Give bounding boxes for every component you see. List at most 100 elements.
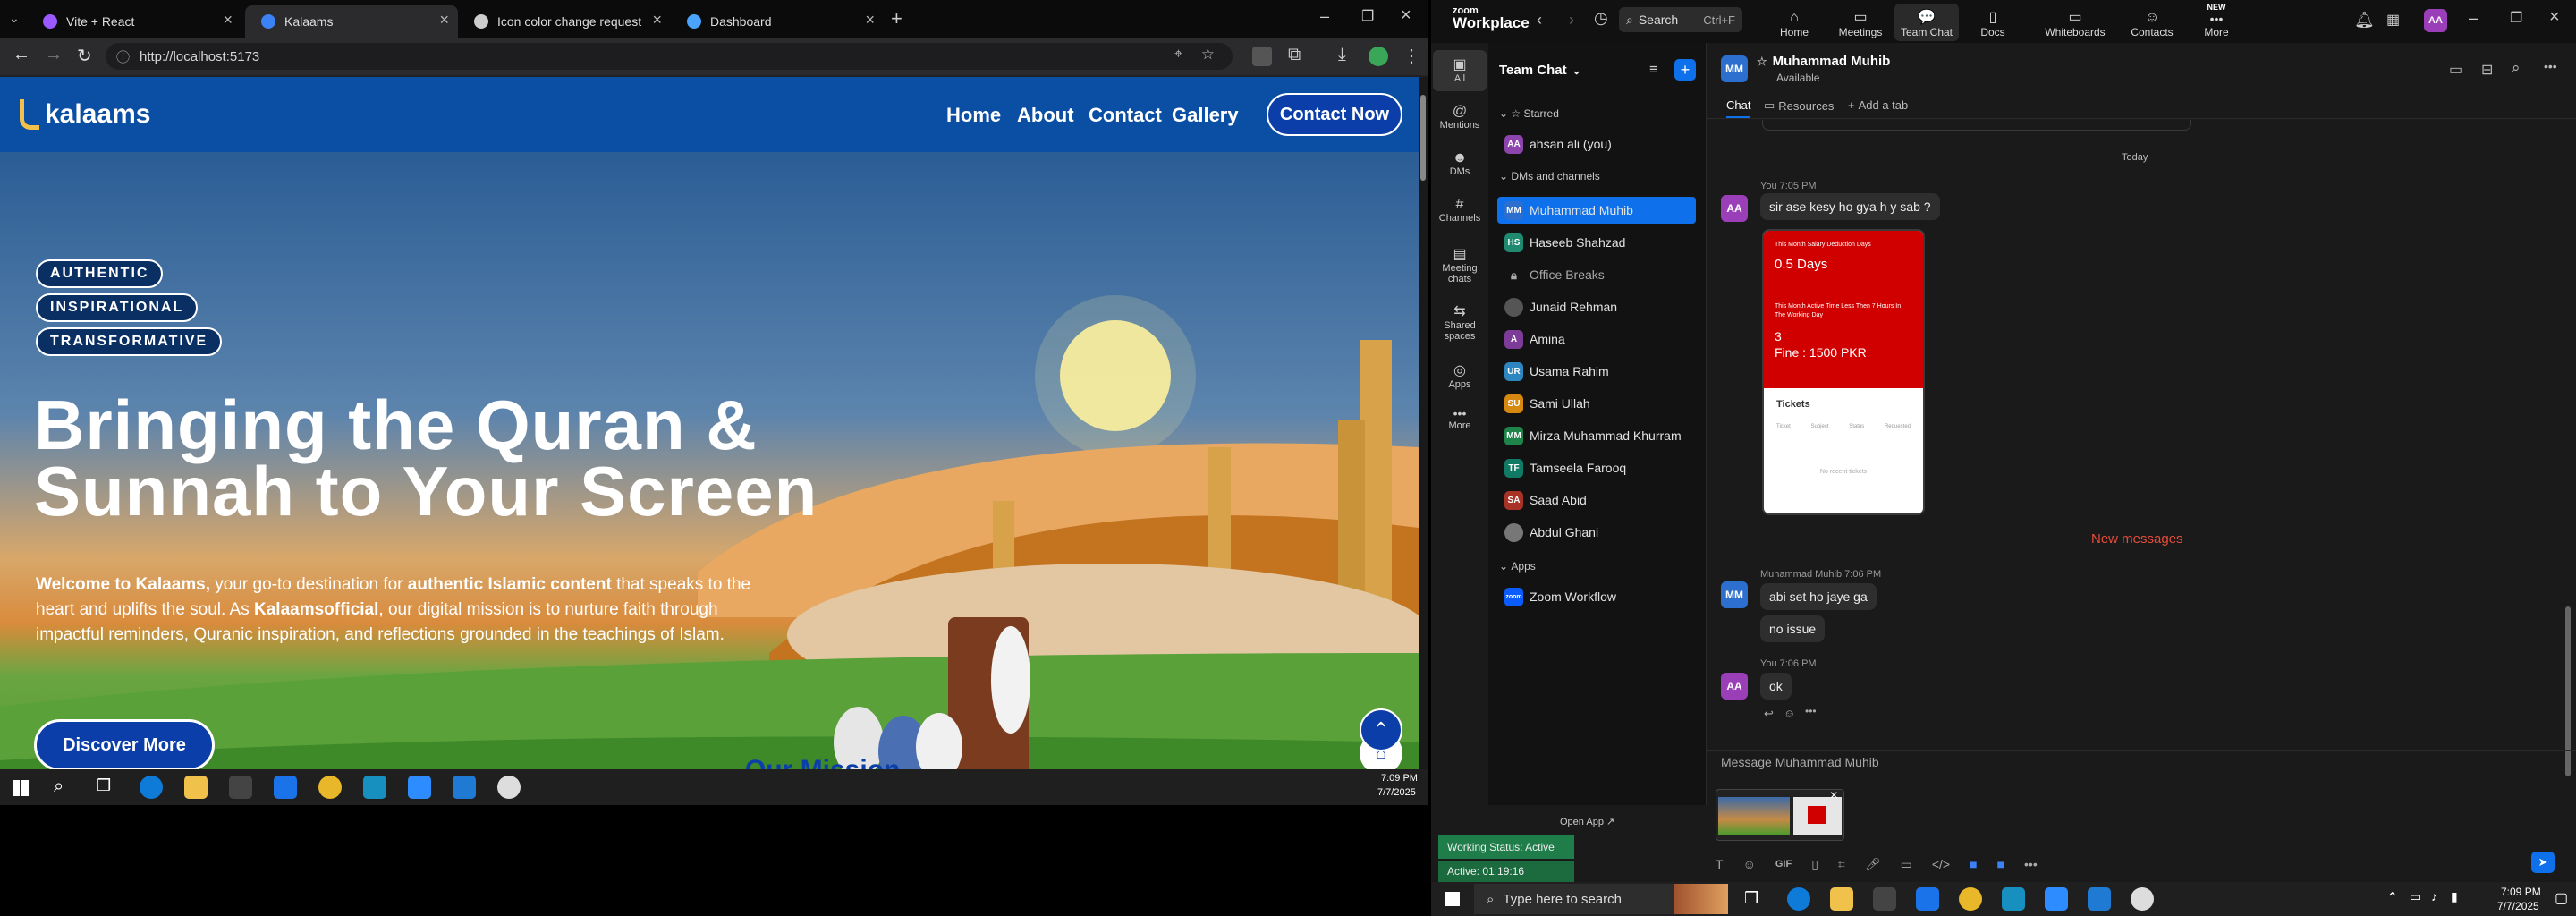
remove-attachment-icon[interactable]: × [1830,790,1838,804]
section-starred[interactable]: ⌄ ☆ Starred [1499,107,1559,120]
tab-search-chevron-icon[interactable]: ⌄ [9,11,20,26]
open-app-link[interactable]: Open App ↗ [1560,816,1614,827]
rail-apps[interactable]: ◎ Apps [1433,356,1487,397]
working-status-badge[interactable]: Working Status: Active [1438,835,1574,859]
section-apps[interactable]: ⌄ Apps [1499,560,1536,572]
site-logo[interactable]: kalaams [20,97,150,132]
page-scrollbar[interactable] [1419,77,1428,769]
minimize-icon[interactable]: – [1320,7,1329,26]
chat-item-haseeb[interactable]: HS Haseeb Shahzad [1497,229,1696,256]
rail-shared-spaces[interactable]: ⇆ Shared spaces [1433,297,1487,351]
chrome-icon[interactable] [318,776,342,799]
contact-now-button[interactable]: Contact Now [1267,93,1402,136]
topnav-contacts[interactable]: ☺ Contacts [2120,4,2184,41]
clock-time[interactable]: 7:09 PM [2501,886,2541,898]
notifications-bell-icon[interactable]: 🔔︎ [2354,11,2375,30]
file-icon[interactable]: ▯ [1811,857,1818,872]
app-a-icon[interactable]: ■ [1970,857,1977,871]
forward-icon[interactable]: → [45,45,63,65]
file-explorer-icon[interactable] [1830,887,1853,911]
new-tab-icon[interactable]: + [891,7,902,30]
task-view-icon[interactable]: ❒ [97,776,111,795]
rail-mentions[interactable]: @ Mentions [1433,98,1487,140]
nav-about-link[interactable]: About [1017,104,1074,127]
emoji-react-icon[interactable]: ☺ [1784,707,1795,720]
topnav-team-chat[interactable]: 💬 Team Chat [1894,4,1959,41]
nav-home-link[interactable]: Home [946,104,1001,127]
message-bubble[interactable]: sir ase kesy ho gya h y sab ? [1760,193,1940,220]
chat-item-office-breaks[interactable]: 🔒︎ Office Breaks [1497,261,1696,288]
star-icon[interactable]: ☆ [1757,55,1767,69]
browser-menu-icon[interactable]: ⋮ [1402,45,1420,67]
message-bubble[interactable]: no issue [1760,615,1826,642]
browser-tab-icon-color[interactable]: Icon color change request × [458,5,671,38]
section-dms[interactable]: ⌄ DMs and channels [1499,170,1600,182]
video-message-icon[interactable]: ▭ [1901,857,1912,872]
chat-item-ahsan[interactable]: AA ahsan ali (you) [1497,131,1696,157]
zoom-search[interactable]: ⌕ Search Ctrl+F [1619,7,1742,32]
taskbar-search-icon[interactable]: ⌕ [54,776,64,797]
history-icon[interactable]: ◷ [1594,9,1608,28]
vscode-icon[interactable] [2088,887,2111,911]
scroll-top-button[interactable]: ⌃ [1360,708,1402,751]
forward-icon[interactable]: › [1569,11,1574,30]
message-more-icon[interactable]: ••• [1805,705,1817,717]
chat-item-muhammad-muhib[interactable]: MM Muhammad Muhib [1497,197,1696,224]
chat-item-mirza[interactable]: MM Mirza Muhammad Khurram [1497,422,1696,449]
chat-item-tamseela[interactable]: TF Tamseela Farooq [1497,454,1696,481]
back-icon[interactable]: ← [13,45,30,65]
close-tab-icon[interactable]: × [652,11,662,30]
close-tab-icon[interactable]: × [865,11,875,30]
edge-icon[interactable] [1787,887,1810,911]
chat-item-zoom-workflow[interactable]: zoom Zoom Workflow [1497,583,1696,610]
edge-icon[interactable] [140,776,163,799]
windows-start-icon[interactable] [13,780,29,796]
vpn-icon[interactable] [363,776,386,799]
zoom-taskbar-icon[interactable] [2045,887,2068,911]
filter-icon[interactable]: ≡ [1649,61,1658,79]
mail-icon[interactable] [1916,887,1939,911]
chat-header-avatar[interactable]: MM [1721,55,1748,82]
topnav-docs[interactable]: ▯ Docs [1961,4,2025,41]
profile-avatar[interactable] [1368,47,1388,66]
chat-search-icon[interactable]: ⌕ [2512,59,2521,77]
rail-meeting-chats[interactable]: ▤ Meeting chats [1433,240,1487,293]
chrome-icon[interactable] [1959,887,1982,911]
location-icon[interactable]: ⌖ [1174,47,1182,63]
chat-item-junaid[interactable]: Junaid Rehman [1497,293,1696,320]
paint-icon[interactable] [497,776,521,799]
attachment-preview[interactable]: × [1716,789,1844,841]
topnav-meetings[interactable]: ▭ Meetings [1828,4,1893,41]
nav-contact-link[interactable]: Contact [1089,104,1162,127]
topnav-more[interactable]: NEW ••• More [2184,3,2249,41]
chat-scrollbar[interactable] [2565,606,2571,776]
send-button[interactable]: ➤ [2531,852,2555,873]
chat-item-abdul-ghani[interactable]: Abdul Ghani [1497,519,1696,546]
chat-item-usama[interactable]: UR Usama Rahim [1497,358,1696,385]
site-info-icon[interactable]: ⓘ [116,47,130,66]
tab-add[interactable]: + Add a tab [1848,98,1908,112]
close-window-icon[interactable]: × [1401,5,1411,26]
windows-start-icon[interactable] [1445,892,1460,906]
network-icon[interactable]: ▭ [2410,889,2421,904]
vpn-icon[interactable] [2002,887,2025,911]
new-chat-button[interactable]: + [1674,59,1696,81]
rail-channels[interactable]: # Channels [1433,191,1487,233]
message-bubble[interactable]: ok [1760,673,1792,700]
task-view-icon[interactable]: ❒ [1744,889,1758,908]
store-icon[interactable] [1873,887,1896,911]
rail-all[interactable]: ▣ All [1433,50,1487,91]
battery-icon[interactable]: ▮ [2451,889,2458,904]
screenshot-icon[interactable]: ⌗ [1838,857,1845,872]
browser-tab-vite[interactable]: Vite + React × [27,5,242,38]
gif-icon[interactable]: GIF [1775,859,1792,869]
calendar-icon[interactable]: ▦ [2386,11,2400,29]
chat-more-icon[interactable]: ••• [2544,59,2557,73]
restore-icon[interactable]: ❐ [1361,7,1374,25]
message-bubble[interactable]: abi set ho jaye ga [1760,583,1877,610]
taskbar-search[interactable]: ⌕ Type here to search [1474,884,1728,914]
code-icon[interactable]: </> [1932,857,1950,871]
microphone-icon[interactable]: 🎤︎ [1865,857,1881,872]
restore-icon[interactable]: ❐ [2510,9,2522,27]
app-b-icon[interactable]: ■ [1997,857,2004,871]
